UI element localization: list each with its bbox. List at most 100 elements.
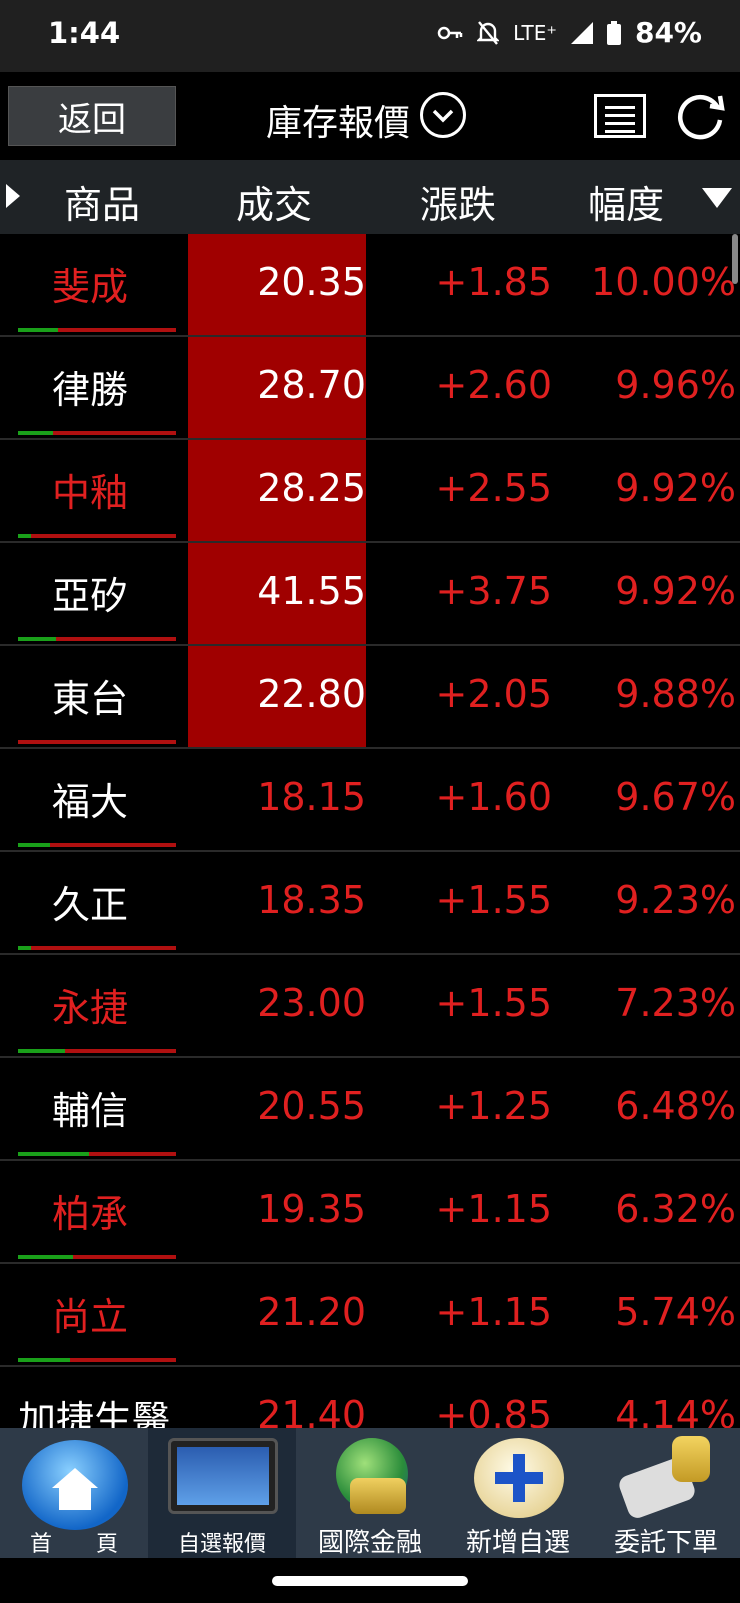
stock-percent: 9.88% [615, 672, 736, 716]
ratio-bar-green [18, 843, 50, 847]
nav-home[interactable]: 首 頁 [0, 1428, 148, 1558]
stock-price: 28.70 [257, 363, 366, 407]
stock-price: 20.35 [257, 260, 366, 304]
nav-international[interactable]: 國際金融 [296, 1428, 444, 1558]
ratio-bar-green [18, 1152, 90, 1156]
nav-watchlist-label: 自選報價 [177, 1532, 266, 1557]
stock-name: 律勝 [52, 368, 129, 412]
ratio-bar-green [18, 1255, 74, 1259]
nav-bar: 返回 庫存報價 [0, 72, 740, 160]
stock-price: 18.15 [257, 775, 366, 819]
ratio-bar-red [55, 637, 176, 641]
stock-percent: 6.48% [615, 1084, 736, 1128]
stock-name: 斐成 [52, 265, 129, 309]
table-row[interactable]: 中釉 28.25 +2.55 9.92% [0, 440, 740, 543]
nav-watchlist[interactable]: 自選報價 [148, 1428, 296, 1558]
list-menu-icon[interactable] [594, 94, 646, 138]
battery-percent: 84% [634, 16, 702, 49]
ratio-bar-red [18, 740, 176, 744]
stock-price: 21.20 [257, 1290, 366, 1334]
stock-percent: 9.23% [615, 878, 736, 922]
stock-percent: 9.67% [615, 775, 736, 819]
table-row[interactable]: 亞矽 41.55 +3.75 9.92% [0, 543, 740, 646]
battery-icon [606, 20, 621, 45]
page-title[interactable]: 庫存報價 [266, 94, 410, 146]
ratio-bar-red [73, 1255, 176, 1259]
ratio-bar-green [18, 534, 31, 538]
stock-percent: 7.23% [615, 981, 736, 1025]
stock-change: +2.05 [435, 672, 552, 716]
ratio-bar-red [89, 1152, 176, 1156]
stock-change: +1.15 [435, 1290, 552, 1334]
stock-change: +1.60 [435, 775, 552, 819]
table-row[interactable]: 永捷 23.00 +1.55 7.23% [0, 955, 740, 1058]
stock-change: +1.15 [435, 1187, 552, 1231]
buy-sell-ratio-bar [18, 946, 176, 950]
buy-sell-ratio-bar [18, 1255, 176, 1259]
buy-sell-ratio-bar [18, 637, 176, 641]
key-icon [437, 26, 463, 39]
stock-price: 20.55 [257, 1084, 366, 1128]
stock-price: 41.55 [257, 569, 366, 613]
table-row[interactable]: 輔信 20.55 +1.25 6.48% [0, 1058, 740, 1161]
scrollbar[interactable] [732, 234, 738, 284]
gesture-bar [0, 1558, 740, 1603]
buy-sell-ratio-bar [18, 328, 176, 332]
plus-icon [474, 1438, 564, 1518]
stock-price: 19.35 [257, 1187, 366, 1231]
nav-order[interactable]: 委託下單 [592, 1428, 740, 1558]
stock-name: 永捷 [52, 986, 129, 1030]
stock-name: 輔信 [52, 1089, 129, 1133]
bell-off-icon [477, 20, 500, 45]
table-row[interactable]: 久正 18.35 +1.55 9.23% [0, 852, 740, 955]
status-bar: 1:44 LTE⁺ 84% [0, 0, 740, 72]
quote-list: 斐成 20.35 +1.85 10.00% 律勝 28.70 +2.60 9.96% 中釉 28.… [0, 234, 740, 1428]
ratio-bar-green [18, 328, 58, 332]
stock-percent: 10.00% [591, 260, 736, 304]
table-row[interactable]: 柏承 19.35 +1.15 6.32% [0, 1161, 740, 1264]
stock-change: +1.55 [435, 878, 552, 922]
stock-name: 尚立 [52, 1295, 129, 1339]
network-type: LTE⁺ [513, 20, 557, 45]
stock-name: 東台 [52, 677, 129, 721]
header-change[interactable]: 漲跌 [420, 174, 496, 229]
stock-percent: 6.32% [615, 1187, 736, 1231]
sort-down-icon[interactable] [702, 188, 732, 208]
ratio-bar-green [18, 637, 56, 641]
stock-percent: 9.92% [615, 569, 736, 613]
ratio-bar-green [18, 1358, 71, 1362]
expand-arrow-icon[interactable] [6, 184, 20, 208]
home-icon [22, 1440, 128, 1530]
back-button[interactable]: 返回 [8, 86, 176, 146]
stock-change: +0.85 [435, 1393, 552, 1428]
home-indicator[interactable] [272, 1576, 468, 1586]
ratio-bar-red [70, 1358, 176, 1362]
table-row[interactable]: 福大 18.15 +1.60 9.67% [0, 749, 740, 852]
status-icons: LTE⁺ 84% [437, 16, 702, 49]
buy-sell-ratio-bar [18, 740, 176, 744]
table-row[interactable]: 東台 22.80 +2.05 9.88% [0, 646, 740, 749]
stock-name: 加捷生醫 [18, 1398, 171, 1428]
stock-change: +1.85 [435, 260, 552, 304]
table-row[interactable]: 加捷生醫 21.40 +0.85 4.14% [0, 1367, 740, 1428]
ratio-bar-red [30, 946, 176, 950]
ratio-bar-red [30, 534, 176, 538]
bottom-nav: 首 頁 自選報價 國際金融 新增自選 委託下單 [0, 1428, 740, 1558]
table-row[interactable]: 律勝 28.70 +2.60 9.96% [0, 337, 740, 440]
table-row[interactable]: 尚立 21.20 +1.15 5.74% [0, 1264, 740, 1367]
chevron-down-icon[interactable] [420, 92, 466, 138]
table-row[interactable]: 斐成 20.35 +1.85 10.00% [0, 234, 740, 337]
stock-change: +3.75 [435, 569, 552, 613]
stock-change: +1.55 [435, 981, 552, 1025]
refresh-icon[interactable] [672, 90, 728, 142]
stock-name: 中釉 [52, 471, 129, 515]
header-price[interactable]: 成交 [236, 174, 312, 229]
stock-change: +2.55 [435, 466, 552, 510]
coins-icon [350, 1478, 406, 1514]
header-percent[interactable]: 幅度 [588, 174, 664, 229]
header-product[interactable]: 商品 [64, 174, 140, 229]
nav-add-watch[interactable]: 新增自選 [444, 1428, 592, 1558]
stock-name: 久正 [52, 883, 129, 927]
order-icon [616, 1436, 716, 1521]
stock-price: 28.25 [257, 466, 366, 510]
